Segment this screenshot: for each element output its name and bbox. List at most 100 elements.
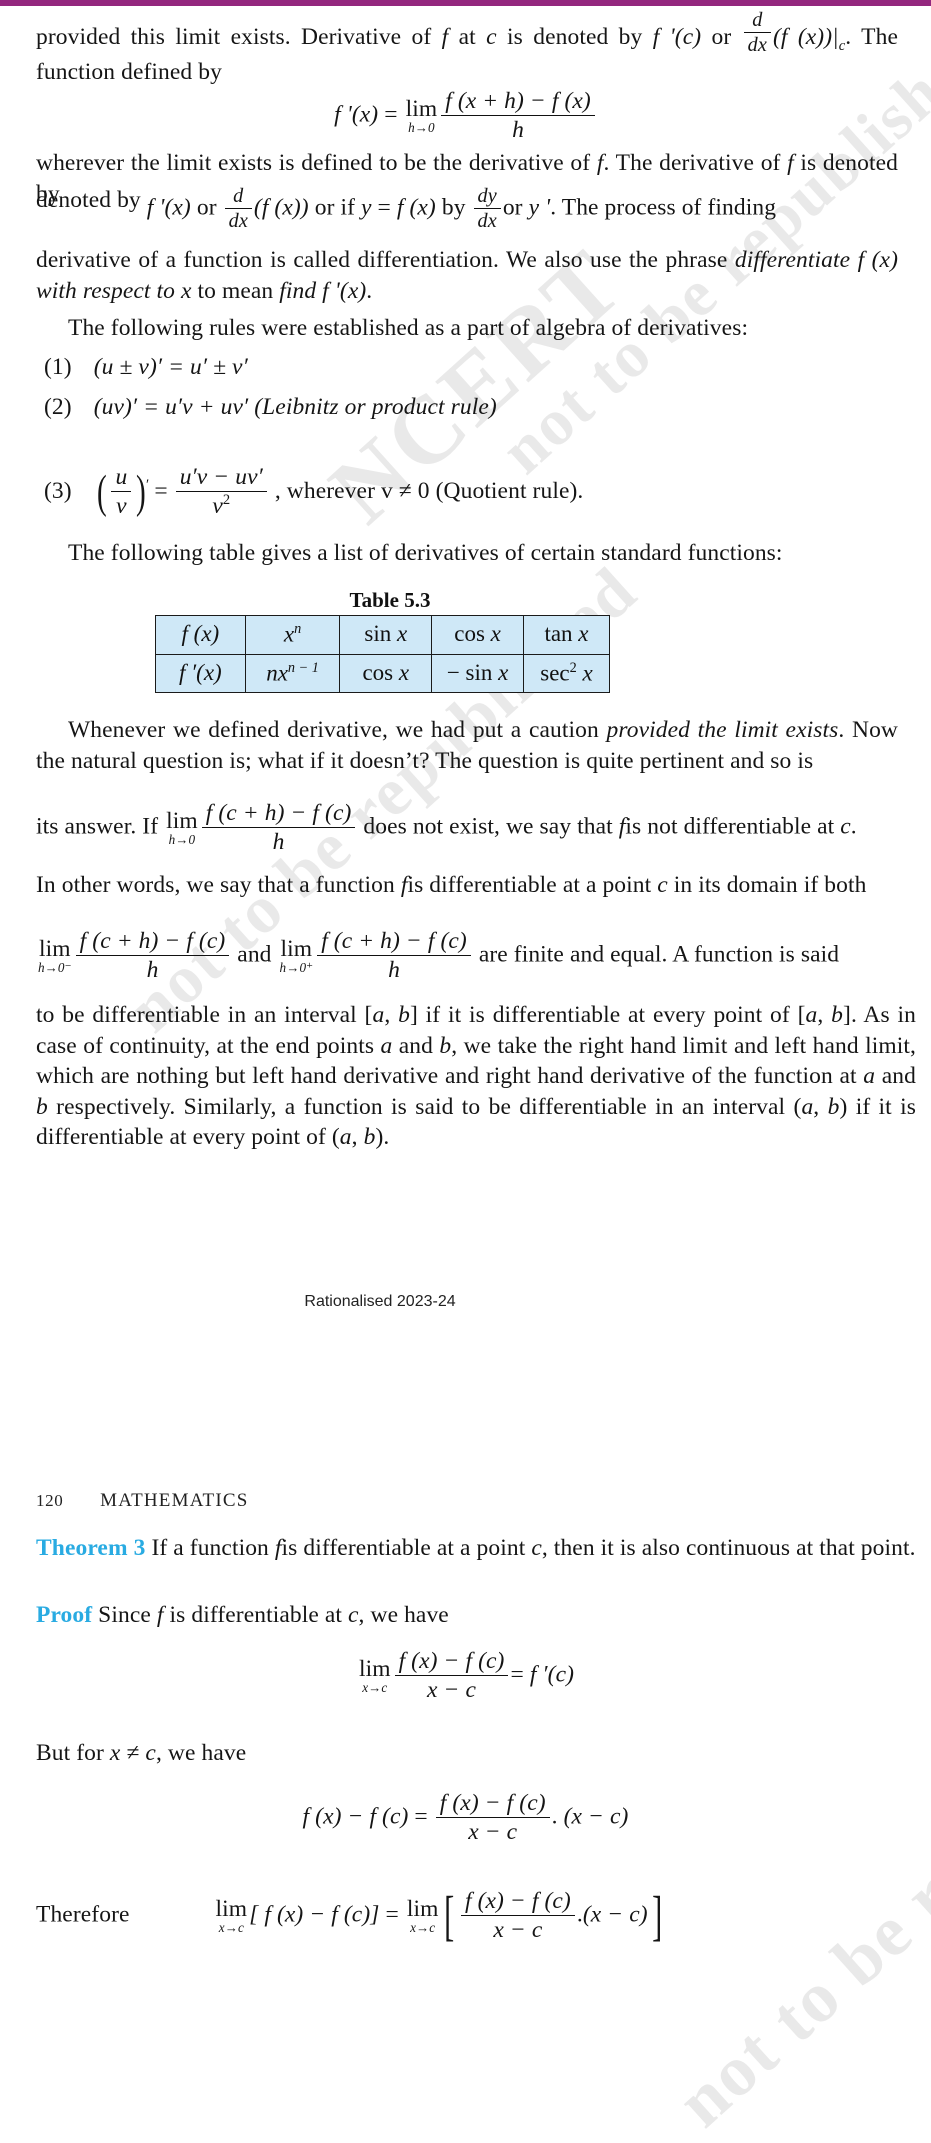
paragraph-caution: Whenever we defined derivative, we had p… bbox=[36, 717, 898, 774]
proof-block: Proof Since f is differentiable at c, we… bbox=[36, 1600, 916, 1631]
math-lhs: f '(x) bbox=[334, 101, 379, 128]
math-lhs: f (x) − f (c) bbox=[302, 1803, 409, 1830]
text-fragment: is not differentiable at bbox=[625, 813, 835, 840]
text-fragment: In other words, we say that a function bbox=[36, 872, 395, 898]
math-equals: = bbox=[154, 477, 168, 504]
page-header: 120 MATHEMATICS bbox=[36, 1490, 536, 1512]
fraction-u-over-v: u v bbox=[111, 464, 132, 520]
fraction-d-dx: d dx bbox=[224, 185, 252, 233]
right-paren-tall: ) bbox=[136, 466, 147, 518]
math-equals: = bbox=[377, 194, 391, 221]
text-fragment: its answer. If bbox=[36, 813, 159, 840]
text-fragment: by bbox=[441, 194, 466, 221]
text-fragment: The following rules were established as … bbox=[68, 315, 749, 341]
paragraph-not-differentiable: its answer. If lim h→0 f (c + h) − f (c)… bbox=[36, 800, 857, 856]
rule-item-2: (2) (uv)′ = u′v + uv′ (Leibnitz or produ… bbox=[44, 392, 906, 423]
table-row: f (x) xn sin x cos x tan x bbox=[155, 615, 611, 655]
theorem-label: Theorem 3 bbox=[36, 1535, 146, 1561]
math-f: f bbox=[274, 1535, 282, 1561]
math-f-of-x: f (x) bbox=[396, 194, 436, 221]
math-equals: = bbox=[384, 101, 398, 128]
footer-rationalised-note: Rationalised 2023-24 bbox=[304, 1293, 456, 1310]
table-row: f ′(x) nxn − 1 cos x − sin x sec2 x bbox=[155, 653, 611, 694]
math-f-prime-c: f ′(c) bbox=[529, 1661, 575, 1688]
emphasis-find-fprime: find f '(x) bbox=[279, 277, 367, 304]
text-fragment: to mean bbox=[197, 277, 274, 304]
subject-title: MATHEMATICS bbox=[100, 1490, 249, 1511]
right-bracket-tall: ] bbox=[651, 1885, 663, 1946]
math-f-prime-c: f '(c) bbox=[652, 24, 702, 51]
text-fragment: If a function bbox=[151, 1535, 269, 1561]
left-bracket-tall: [ bbox=[444, 1885, 455, 1946]
paragraph-derivative-notation: provided this limit exists. Derivative o… bbox=[36, 9, 898, 88]
table-5-3: f (x) xn sin x cos x tan x f ′(x) nxn − … bbox=[155, 615, 611, 694]
text-fragment: Whenever we defined derivative, we had p… bbox=[68, 717, 599, 743]
math-f: f bbox=[441, 24, 449, 51]
text-fragment: or bbox=[711, 24, 732, 51]
equation-derivative-definition: f '(x) = lim h→0 f (x + h) − f (x) h bbox=[0, 88, 931, 144]
limit-operator: lim x→c bbox=[215, 1895, 248, 1936]
math-c: c bbox=[348, 1602, 359, 1628]
limit-operator: lim h→0 bbox=[166, 807, 198, 848]
text-fragment: to be differentiable in an interval [a, … bbox=[36, 1002, 916, 1151]
text-fragment: is differentiable at a point bbox=[407, 872, 652, 898]
text-fragment: . The derivative of bbox=[603, 150, 781, 176]
rule-number: (1) bbox=[44, 354, 72, 380]
fraction-difference-quotient-c: f (c + h) − f (c) h bbox=[201, 800, 356, 856]
equation-fx-minus-fc-product: f (x) − f (c) = f (x) − f (c) x − c . (x… bbox=[0, 1790, 931, 1846]
table-cell: sin x bbox=[339, 615, 433, 655]
text-fragment: is differentiable at bbox=[169, 1602, 343, 1628]
text-fragment: or if bbox=[314, 194, 356, 221]
fraction-difference-quotient-left: f (c + h) − f (c) h bbox=[75, 928, 230, 984]
equation-derivative-at-c: lim x→c f (x) − f (c) x − c = f ′(c) bbox=[0, 1648, 931, 1704]
rule-number: (2) bbox=[44, 394, 72, 420]
equation-therefore-limit: Therefore lim x→c [ f (x) − f (c)] = lim… bbox=[36, 1880, 926, 1952]
page-number: 120 bbox=[36, 1491, 64, 1510]
text-fragment: provided this limit exists. Derivative o… bbox=[36, 24, 432, 51]
text-fragment: , we have bbox=[358, 1602, 449, 1628]
paragraph-interval-differentiable: to be differentiable in an interval [a, … bbox=[36, 1000, 916, 1153]
text-fragment: at bbox=[458, 24, 476, 51]
fraction-quotient-rule: u′v − uv′ v2 bbox=[175, 464, 267, 520]
math-x-minus-c: (x − c) bbox=[582, 1901, 648, 1928]
math-fx-eval: (f (x))| bbox=[772, 24, 839, 51]
text-fragment: derivative of a function is called diffe… bbox=[36, 247, 728, 273]
fraction-fx-minus-fc: f (x) − f (c) x − c bbox=[394, 1648, 509, 1704]
paragraph-but-for-x: But for x ≠ c, we have bbox=[36, 1738, 916, 1769]
text-fragment: But for bbox=[36, 1740, 104, 1766]
limit-operator-2: lim x→c bbox=[406, 1895, 439, 1936]
text-fragment: is differentiable at a point bbox=[281, 1535, 526, 1561]
table-cell: xn bbox=[244, 615, 341, 655]
text-fragment: wherever the limit exists is defined to … bbox=[36, 150, 591, 176]
text-fragment: The following table gives a list of deri… bbox=[68, 540, 783, 566]
text-fragment: , wherever v ≠ 0 (Quotient rule). bbox=[274, 477, 584, 504]
rule-item-3: (3) ( u v )′ = u′v − uv′ v2 , wherever v… bbox=[44, 462, 924, 523]
math-dot: . bbox=[551, 1803, 558, 1830]
text-fragment: , we have bbox=[155, 1740, 247, 1766]
fraction-fx-minus-fc: f (x) − f (c) x − c bbox=[435, 1790, 550, 1846]
proof-label: Proof bbox=[36, 1602, 93, 1628]
table-caption: Table 5.3 bbox=[349, 588, 431, 612]
table-cell: sec2 x bbox=[522, 653, 611, 694]
table-cell: nxn − 1 bbox=[244, 653, 341, 694]
math-c: c bbox=[840, 813, 851, 840]
limit-operator-left: lim h→0⁻ bbox=[38, 935, 72, 976]
table-5-3-wrapper: f (x) xn sin x cos x tan x f ′(x) nxn − … bbox=[155, 615, 611, 694]
text-fragment: , then it is also continuous at that poi… bbox=[541, 1535, 916, 1561]
math-c: c bbox=[657, 872, 668, 898]
text-fragment: are finite and equal. A function is said bbox=[478, 941, 840, 968]
text-fragment: does not exist, we say that bbox=[363, 813, 613, 840]
accent-top-bar bbox=[0, 0, 931, 6]
table-cell: cos x bbox=[339, 653, 433, 694]
text-fragment: or bbox=[196, 194, 217, 221]
fraction-difference-quotient-right: f (c + h) − f (c) h bbox=[317, 928, 471, 984]
math-f-of-x: (f (x)) bbox=[253, 194, 309, 221]
math-f-prime-x: f '(x) bbox=[146, 194, 191, 221]
math-y-prime: y ' bbox=[528, 194, 551, 221]
rule-formula: (u ± v)′ = u′ ± v′ bbox=[93, 354, 248, 380]
rule-number: (3) bbox=[44, 477, 72, 504]
rule-formula: (uv)′ = u′v + uv′ (Leibnitz or product r… bbox=[93, 394, 497, 420]
text-fragment: and bbox=[237, 941, 272, 968]
math-x-minus-c: (x − c) bbox=[563, 1803, 629, 1830]
text-fragment: in its domain if both bbox=[673, 872, 867, 898]
